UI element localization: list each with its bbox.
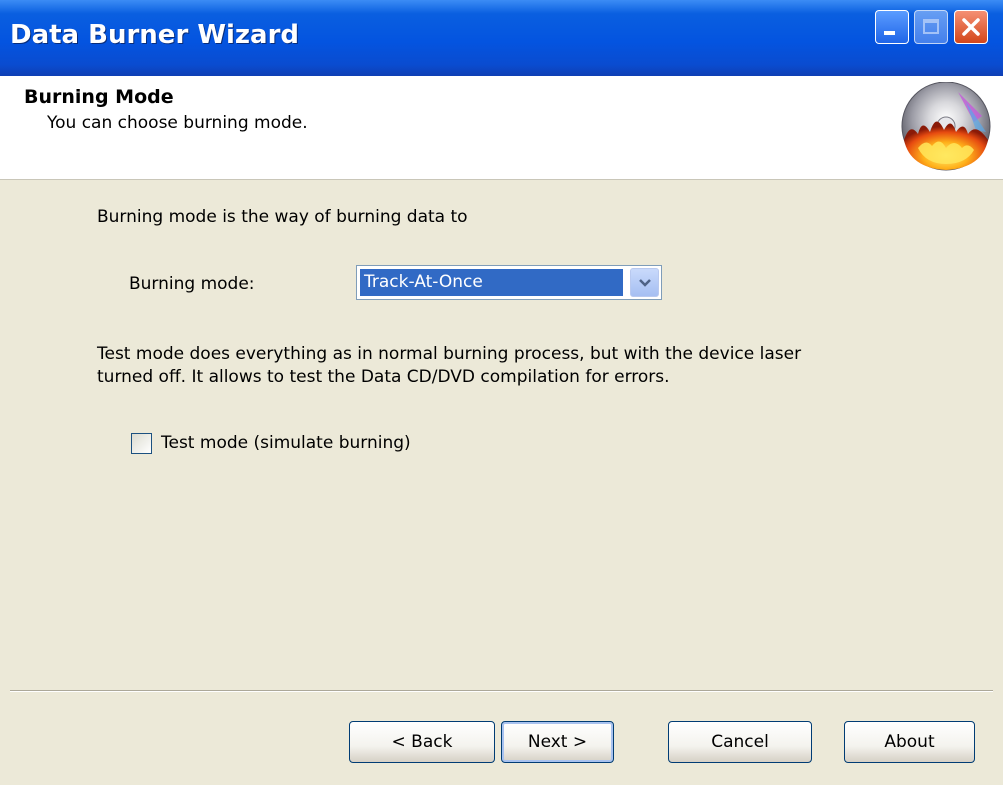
next-button[interactable]: Next >	[501, 721, 614, 763]
page-title: Burning Mode	[24, 86, 174, 108]
title-bar[interactable]: Data Burner Wizard	[0, 0, 1003, 76]
cancel-button[interactable]: Cancel	[668, 721, 812, 763]
test-mode-description-line2: turned off. It allows to test the Data C…	[97, 367, 670, 387]
about-button[interactable]: About	[844, 721, 975, 763]
back-button[interactable]: < Back	[349, 721, 495, 763]
maximize-icon	[923, 19, 939, 34]
burning-disc-icon	[901, 82, 991, 171]
test-mode-description: Test mode does everything as in normal b…	[97, 343, 801, 389]
burning-mode-label: Burning mode:	[129, 274, 255, 294]
intro-text: Burning mode is the way of burning data …	[97, 207, 468, 227]
chevron-down-icon	[639, 279, 651, 287]
burning-mode-select[interactable]: Track-At-Once	[356, 265, 662, 300]
test-mode-checkbox-label[interactable]: Test mode (simulate burning)	[161, 433, 411, 453]
dropdown-button[interactable]	[630, 268, 659, 297]
window-title: Data Burner Wizard	[10, 20, 300, 50]
test-mode-checkbox[interactable]	[131, 433, 152, 454]
test-mode-description-line1: Test mode does everything as in normal b…	[97, 344, 802, 364]
minimize-icon	[884, 31, 895, 35]
close-button[interactable]	[954, 10, 988, 44]
minimize-button[interactable]	[875, 10, 909, 44]
maximize-button	[914, 10, 948, 44]
page-subtitle: You can choose burning mode.	[47, 113, 308, 133]
burning-mode-value: Track-At-Once	[360, 269, 623, 296]
wizard-window: Data Burner Wizard Burning Mode You can …	[0, 0, 1003, 785]
footer-divider	[10, 690, 993, 692]
wizard-header: Burning Mode You can choose burning mode…	[0, 76, 1003, 180]
close-icon	[962, 18, 980, 36]
